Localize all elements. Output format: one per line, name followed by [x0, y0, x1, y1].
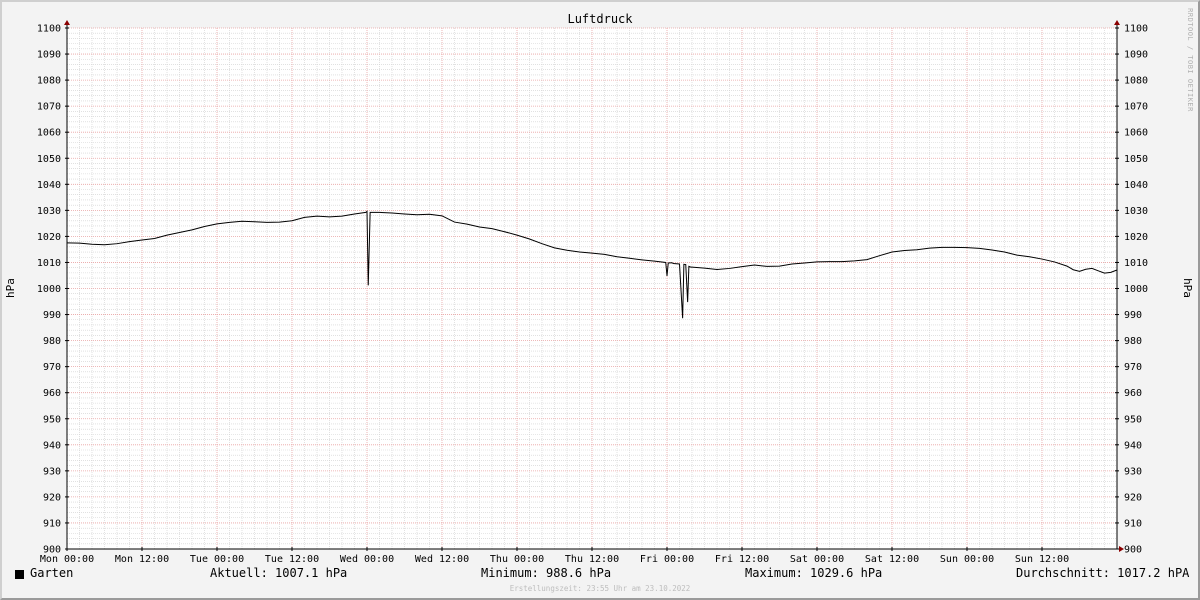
y-axis-label-left: hPa [4, 278, 17, 298]
y-tick-label-left: 1090 [37, 50, 61, 61]
x-tick-labels: Mon 00:00 Mon 12:00 Tue 00:00 Tue 12:00 Wed … [40, 554, 1069, 565]
y-axis-label-right: hPa [1181, 278, 1194, 298]
y-tick-label-right: 950 [1124, 414, 1142, 425]
legend-series-name: Garten [30, 566, 74, 580]
y-tick-label-left: 930 [43, 466, 61, 477]
y-tick-label-left: 920 [43, 492, 61, 503]
x-tick-label: Fri 00:00 [640, 554, 694, 565]
y-axis-arrow-left [64, 20, 70, 25]
y-tick-label-left: 1040 [37, 180, 61, 191]
y-tick-label-right: 900 [1124, 545, 1142, 556]
y-tick-label-right: 920 [1124, 492, 1142, 503]
y-tick-label-right: 980 [1124, 336, 1142, 347]
y-tick-label-left: 1080 [37, 76, 61, 87]
legend-current: Aktuell: 1007.1 hPa [210, 566, 348, 580]
legend-average: Durchschnitt: 1017.2 hPA [1016, 566, 1190, 580]
y-tick-label-right: 1100 [1124, 24, 1148, 35]
y-tick-label-right: 1050 [1124, 154, 1148, 165]
x-tick-label: Thu 12:00 [565, 554, 619, 565]
y-tick-label-left: 1020 [37, 232, 61, 243]
x-tick-label: Thu 00:00 [490, 554, 544, 565]
rrdtool-watermark: RRDTOOL / TOBI OETIKER [1186, 8, 1194, 112]
y-tick-label-left: 970 [43, 362, 61, 373]
x-tick-label: Tue 00:00 [190, 554, 244, 565]
y-tick-label-right: 960 [1124, 388, 1142, 399]
legend: Garten Aktuell: 1007.1 hPa Minimum: 988.… [0, 566, 1200, 584]
y-tick-label-right: 1090 [1124, 50, 1148, 61]
y-tick-label-right: 990 [1124, 310, 1142, 321]
x-tick-label: Sat 00:00 [790, 554, 844, 565]
y-tick-label-left: 940 [43, 440, 61, 451]
y-tick-label-left: 1000 [37, 284, 61, 295]
y-tick-label-left: 1050 [37, 154, 61, 165]
x-tick-label: Wed 12:00 [415, 554, 469, 565]
y-tick-label-left: 1060 [37, 128, 61, 139]
x-tick-label: Sat 12:00 [865, 554, 919, 565]
x-tick-label: Mon 00:00 [40, 554, 94, 565]
y-tick-labels-left: 9009109209309409509609709809901000101010… [37, 24, 61, 556]
legend-maximum: Maximum: 1029.6 hPa [745, 566, 883, 580]
x-tick-label: Wed 00:00 [340, 554, 394, 565]
y-tick-label-left: 1030 [37, 206, 61, 217]
y-tick-label-right: 1060 [1124, 128, 1148, 139]
pressure-chart: 900 910 920 930 940 950 960 970 980 990 1000 1010 10… [4, 8, 1194, 565]
y-tick-label-left: 950 [43, 414, 61, 425]
y-tick-label-left: 1100 [37, 24, 61, 35]
y-tick-label-right: 910 [1124, 518, 1142, 529]
y-tick-label-left: 980 [43, 336, 61, 347]
x-tick-label: Tue 12:00 [265, 554, 319, 565]
y-tick-label-left: 1070 [37, 102, 61, 113]
y-tick-label-left: 910 [43, 518, 61, 529]
y-tick-label-right: 930 [1124, 466, 1142, 477]
chart-title: Luftdruck [567, 12, 633, 26]
y-tick-label-right: 1070 [1124, 102, 1148, 113]
y-tick-label-left: 1010 [37, 258, 61, 269]
x-tick-label: Sun 12:00 [1015, 554, 1069, 565]
y-tick-label-right: 940 [1124, 440, 1142, 451]
x-tick-label: Mon 12:00 [115, 554, 169, 565]
y-tick-label-left: 990 [43, 310, 61, 321]
y-tick-label-right: 1030 [1124, 206, 1148, 217]
y-tick-label-right: 1000 [1124, 284, 1148, 295]
creation-time-footer: Erstellungszeit: 23:55 Uhr am 23.10.2022 [509, 584, 691, 593]
legend-minimum: Minimum: 988.6 hPa [481, 566, 612, 580]
y-tick-labels-right: 900 910 920 930 940 950 960 970 980 990 1000 1010 10… [1124, 24, 1148, 556]
y-tick-label-right: 1080 [1124, 76, 1148, 87]
y-tick-label-left: 960 [43, 388, 61, 399]
y-tick-label-right: 1040 [1124, 180, 1148, 191]
y-tick-label-right: 970 [1124, 362, 1142, 373]
y-tick-label-right: 1020 [1124, 232, 1148, 243]
y-tick-label-right: 1010 [1124, 258, 1148, 269]
x-tick-label: Fri 12:00 [715, 554, 769, 565]
x-tick-label: Sun 00:00 [940, 554, 994, 565]
y-axis-arrow-right [1114, 20, 1120, 25]
